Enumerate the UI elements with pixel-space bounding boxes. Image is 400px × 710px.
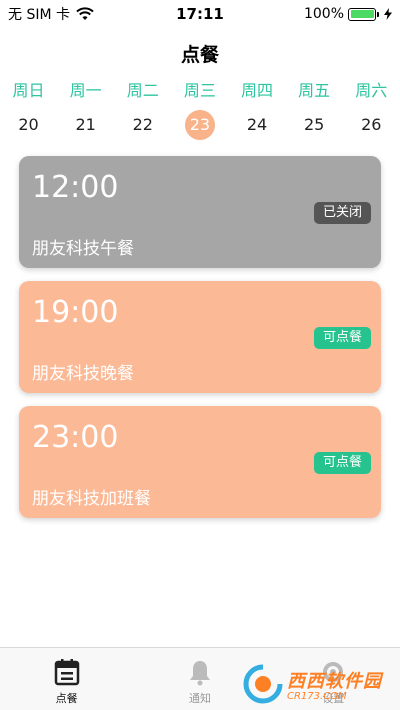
day-name: 周二 (126, 81, 159, 100)
watermark-logo-icon (243, 664, 283, 704)
day-date: 20 (18, 115, 39, 134)
day-item[interactable]: 周二 22 (114, 80, 171, 140)
day-date: 24 (246, 115, 268, 134)
watermark: 西西软件园 CR173.COM (243, 664, 382, 704)
meal-name: 朋友科技晚餐 (32, 364, 134, 384)
meal-card[interactable]: 19:00 可点餐朋友科技晚餐 (19, 281, 381, 393)
day-name: 周六 (355, 81, 388, 100)
wifi-icon (76, 7, 94, 20)
meal-time: 23:00 (32, 420, 119, 455)
day-name: 周日 (12, 81, 45, 100)
calendar-icon (54, 659, 79, 686)
status-right: 100% (252, 6, 392, 22)
watermark-text: 西西软件园 CR173.COM (287, 667, 382, 702)
week-selector: 周日 20 周一 21 周二 22 周三 23 周四 24 周五 25 周六 26 (0, 80, 400, 140)
day-item[interactable]: 周一 21 (57, 80, 114, 140)
day-date-selected: 23 (184, 110, 215, 140)
meal-name: 朋友科技午餐 (32, 239, 134, 259)
day-date: 22 (132, 115, 153, 134)
status-badge: 已关闭 (313, 202, 371, 224)
tab-notice-label: 通知 (188, 692, 211, 705)
day-name: 周五 (298, 81, 331, 100)
status-badge: 可点餐 (313, 452, 371, 474)
meal-list: 12:00 已关闭 朋友科技午餐 19:00 可点餐 朋友科技晚餐 23:00 可点餐 朋友科技… (19, 156, 381, 531)
day-item[interactable]: 周四 24 (229, 80, 286, 140)
charging-icon (384, 8, 392, 20)
day-item[interactable]: 周六 26 (343, 80, 400, 140)
meal-card[interactable]: 12:00 已关闭朋友科技午餐 (19, 156, 381, 268)
day-item[interactable]: 周日 20 (0, 80, 57, 140)
watermark-sub: CR173.COM (287, 690, 347, 702)
status-badge: 可点餐 (313, 327, 371, 349)
bell-icon (189, 661, 210, 686)
status-left: 无 SIM 卡 (8, 4, 148, 24)
meal-name: 朋友科技加班餐 (32, 489, 151, 509)
day-date: 25 (304, 115, 325, 134)
day-name: 周四 (241, 81, 274, 100)
watermark-main: 西西软件园 (287, 670, 382, 692)
meal-time: 12:00 (32, 170, 119, 205)
battery-fill (350, 10, 374, 18)
status-time: 17:11 (176, 5, 224, 23)
day-item[interactable]: 周五 25 (286, 80, 343, 140)
day-date: 26 (361, 115, 382, 134)
meal-card[interactable]: 23:00 可点餐朋友科技加班餐 (19, 406, 381, 518)
day-name: 周一 (69, 81, 102, 100)
carrier-label: 无 SIM 卡 (8, 7, 70, 23)
day-date: 21 (75, 115, 96, 134)
tab-order[interactable]: 点餐 (0, 648, 133, 710)
battery-percent: 100% (303, 6, 344, 22)
status-bar: 无 SIM 卡 17:11 100% (0, 0, 400, 28)
tab-order-label: 点餐 (55, 692, 78, 705)
page-title: 点餐 (180, 44, 219, 66)
day-name: 周三 (183, 81, 216, 100)
day-item[interactable]: 周三 23 (171, 80, 228, 140)
meal-time: 19:00 (32, 295, 119, 330)
battery-icon (348, 7, 379, 21)
